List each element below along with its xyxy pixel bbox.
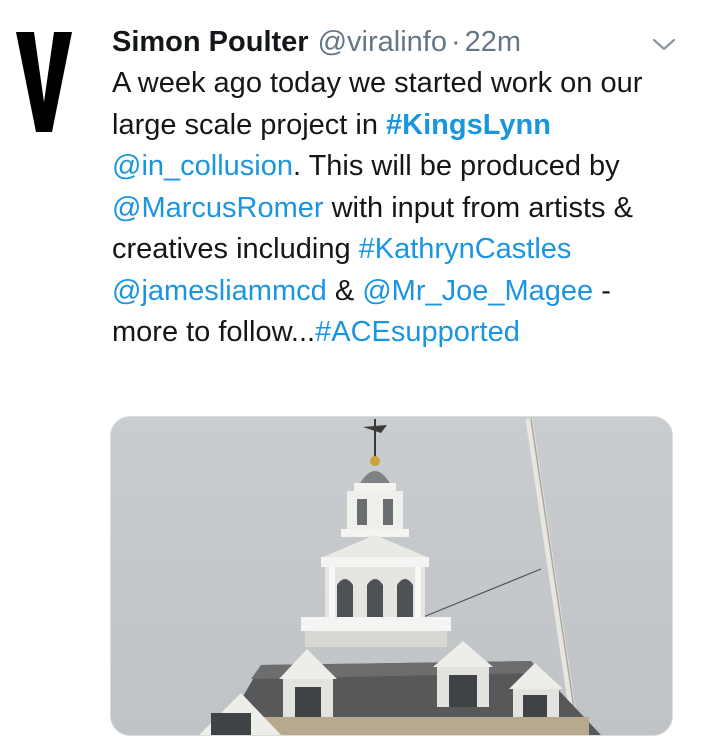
user-handle[interactable]: @viralinfo bbox=[318, 22, 447, 62]
tweet-text-segment: A week ago today we started work on our … bbox=[112, 67, 643, 141]
hashtag-acesupported[interactable]: #ACEsupported bbox=[315, 316, 520, 348]
separator-dot: · bbox=[450, 26, 461, 58]
hashtag-kathryncastles[interactable]: #KathrynCastles bbox=[359, 233, 572, 265]
tweet-header: Simon Poulter @viralinfo · 22m bbox=[112, 22, 672, 62]
v-logo-icon bbox=[16, 32, 72, 132]
mention-mr-joe-magee[interactable]: @Mr_Joe_Magee bbox=[362, 275, 593, 307]
avatar[interactable] bbox=[14, 30, 74, 134]
tweet-text: A week ago today we started work on our … bbox=[112, 63, 672, 354]
hashtag-kingslynn[interactable]: #KingsLynn bbox=[386, 109, 551, 141]
display-name[interactable]: Simon Poulter bbox=[112, 22, 309, 62]
mention-jamesliammcd[interactable]: @jamesliammcd bbox=[112, 275, 327, 307]
mention-in-collusion[interactable]: @in_collusion bbox=[112, 150, 293, 182]
building-photo bbox=[111, 417, 672, 735]
timestamp[interactable]: 22m bbox=[465, 22, 521, 62]
tweet-media-photo[interactable] bbox=[110, 416, 673, 736]
tweet-text-segment: & bbox=[326, 274, 363, 307]
tweet-text-segment: . This will be produced by bbox=[292, 150, 620, 182]
mention-marcusromer[interactable]: @MarcusRomer bbox=[112, 192, 324, 224]
tweet: Simon Poulter @viralinfo · 22m A week ag… bbox=[112, 22, 672, 354]
